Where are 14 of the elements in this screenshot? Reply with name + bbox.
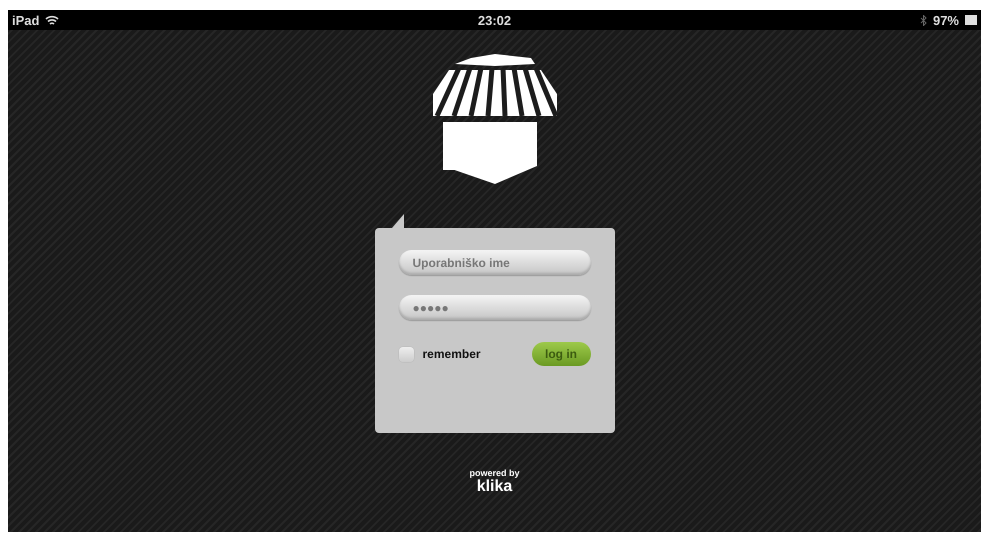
wifi-icon <box>45 14 60 26</box>
battery-percentage: 97% <box>932 12 959 28</box>
password-field[interactable]: ●●●●● <box>398 295 590 320</box>
powered-by-text: powered by <box>469 468 520 478</box>
battery-icon <box>965 15 977 25</box>
brand-name: klika <box>476 478 512 496</box>
login-button[interactable]: log in <box>532 342 590 366</box>
device-name: iPad <box>12 12 40 28</box>
bluetooth-icon <box>920 14 927 26</box>
username-field[interactable]: Uporabniško ime <box>398 250 590 275</box>
remember-checkbox[interactable] <box>398 346 414 362</box>
remember-label: remember <box>422 347 481 361</box>
shop-logo-icon <box>430 54 558 186</box>
clock: 23:02 <box>478 12 512 28</box>
